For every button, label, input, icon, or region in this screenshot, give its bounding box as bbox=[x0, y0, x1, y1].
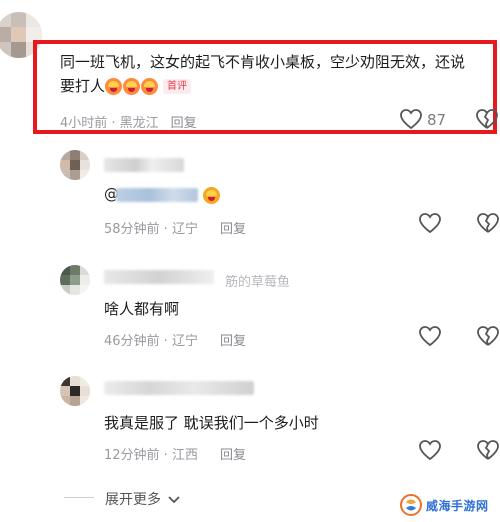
laughing-emoji-icon bbox=[203, 187, 220, 204]
watermark-logo-icon bbox=[400, 494, 422, 516]
avatar[interactable] bbox=[60, 265, 90, 295]
comment-text: 啥人都有啊 bbox=[104, 300, 180, 318]
laughing-emoji-icon bbox=[141, 78, 159, 95]
heart-outline-icon[interactable] bbox=[399, 108, 423, 130]
broken-heart-icon[interactable] bbox=[476, 439, 500, 461]
comment-time-location: 12分钟前 · 江西 bbox=[104, 448, 198, 463]
broken-heart-icon[interactable] bbox=[476, 325, 500, 347]
comment-text-tail: 要打人 bbox=[60, 77, 106, 95]
comment-meta: 46分钟前 · 辽宁 回复 bbox=[104, 330, 246, 349]
comment-text-line: 要打人 首评 bbox=[60, 74, 496, 98]
comment-meta: 12分钟前 · 江西 回复 bbox=[104, 444, 246, 463]
avatar[interactable] bbox=[60, 150, 90, 180]
reply-button[interactable]: 回复 bbox=[220, 334, 246, 349]
expand-more-label: 展开更多 bbox=[105, 492, 161, 508]
heart-outline-icon[interactable] bbox=[418, 439, 442, 461]
avatar[interactable] bbox=[60, 376, 90, 406]
reply-button[interactable]: 回复 bbox=[220, 222, 246, 237]
comment-meta: 4小时前 · 黑龙江 回复 bbox=[60, 112, 197, 131]
chevron-down-icon bbox=[168, 496, 181, 504]
username-redacted bbox=[104, 158, 184, 172]
divider bbox=[64, 497, 94, 498]
expand-more-button[interactable]: 展开更多 bbox=[105, 489, 181, 509]
like-count: 87 bbox=[427, 111, 447, 129]
comment-time-location: 58分钟前 · 辽宁 bbox=[104, 222, 198, 237]
comment-meta: 58分钟前 · 辽宁 回复 bbox=[104, 218, 246, 237]
comment-time-location: 46分钟前 · 辽宁 bbox=[104, 334, 198, 349]
watermark-text: 威海手游网 bbox=[426, 498, 489, 513]
comment-text-line: 同一班飞机，这女的起飞不肯收小桌板，空少劝阻无效，还说 bbox=[60, 53, 466, 71]
laughing-emoji-icon bbox=[105, 78, 123, 95]
reply-to-name: 筋的草莓鱼 bbox=[225, 275, 291, 290]
heart-outline-icon[interactable] bbox=[418, 325, 442, 347]
laughing-emoji-icon bbox=[123, 78, 141, 95]
username-redacted bbox=[104, 270, 214, 284]
watermark: 威海手游网 bbox=[400, 492, 496, 518]
username-redacted bbox=[104, 381, 254, 395]
reply-button[interactable]: 回复 bbox=[220, 448, 246, 463]
broken-heart-icon[interactable] bbox=[476, 212, 500, 234]
first-comment-badge: 首评 bbox=[163, 79, 192, 94]
broken-heart-icon[interactable] bbox=[475, 108, 499, 130]
comment-text: 我真是服了 耽误我们一个多小时 bbox=[104, 414, 319, 432]
reply-button[interactable]: 回复 bbox=[171, 116, 197, 131]
heart-outline-icon[interactable] bbox=[418, 212, 442, 234]
comment-text: 同一班飞机，这女的起飞不肯收小桌板，空少劝阻无效，还说 要打人 首评 bbox=[60, 50, 496, 98]
mention-username-redacted[interactable] bbox=[116, 188, 198, 202]
comment-time-location: 4小时前 · 黑龙江 bbox=[60, 116, 159, 131]
